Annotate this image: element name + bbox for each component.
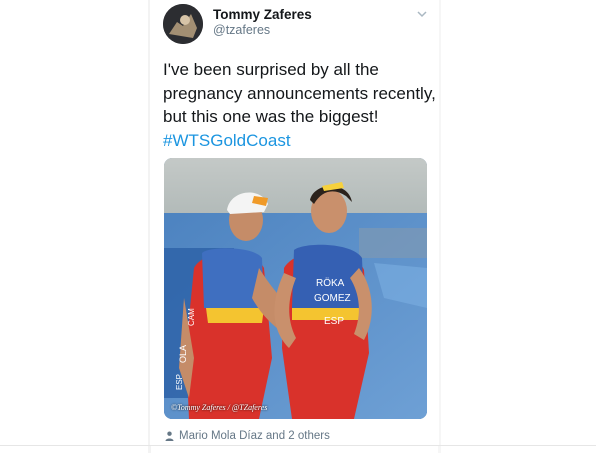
person-icon	[165, 431, 174, 441]
bib-text: GOMEZ	[314, 293, 351, 304]
tagged-people[interactable]: Mario Mola Díaz and 2 others	[165, 430, 330, 442]
tweet-photo[interactable]: RÖKA GOMEZ ESP CAM OLA ESP ©Tommy Zafere…	[164, 158, 427, 419]
tweet-text-line: pregnancy announcements recently,	[163, 83, 436, 103]
user-handle[interactable]: @tzaferes	[213, 23, 270, 37]
display-name[interactable]: Tommy Zaferes	[213, 7, 312, 22]
tweet-card: Tommy Zaferes @tzaferes I've been surpri…	[150, 0, 439, 445]
tagged-label: Mario Mola Díaz and 2 others	[179, 430, 330, 442]
tweet-text-line: I've been surprised by all the	[163, 60, 379, 79]
hashtag-link[interactable]: #WTSGoldCoast	[163, 129, 433, 153]
avatar[interactable]	[163, 4, 203, 44]
tweet-text-line: but this one was the biggest!	[163, 107, 379, 126]
photo-watermark: ©Tommy Zaferes / @TZaferes	[171, 403, 268, 412]
bib-text: RÖKA	[316, 277, 345, 289]
bib-text: ESP	[175, 374, 184, 390]
divider	[0, 445, 596, 446]
bib-text: OLA	[178, 345, 188, 363]
bib-text: CAM	[187, 308, 196, 326]
tweet-text: I've been surprised by all the pregnancy…	[163, 58, 436, 153]
bib-text: ESP	[324, 316, 344, 327]
chevron-down-icon[interactable]	[416, 9, 428, 19]
